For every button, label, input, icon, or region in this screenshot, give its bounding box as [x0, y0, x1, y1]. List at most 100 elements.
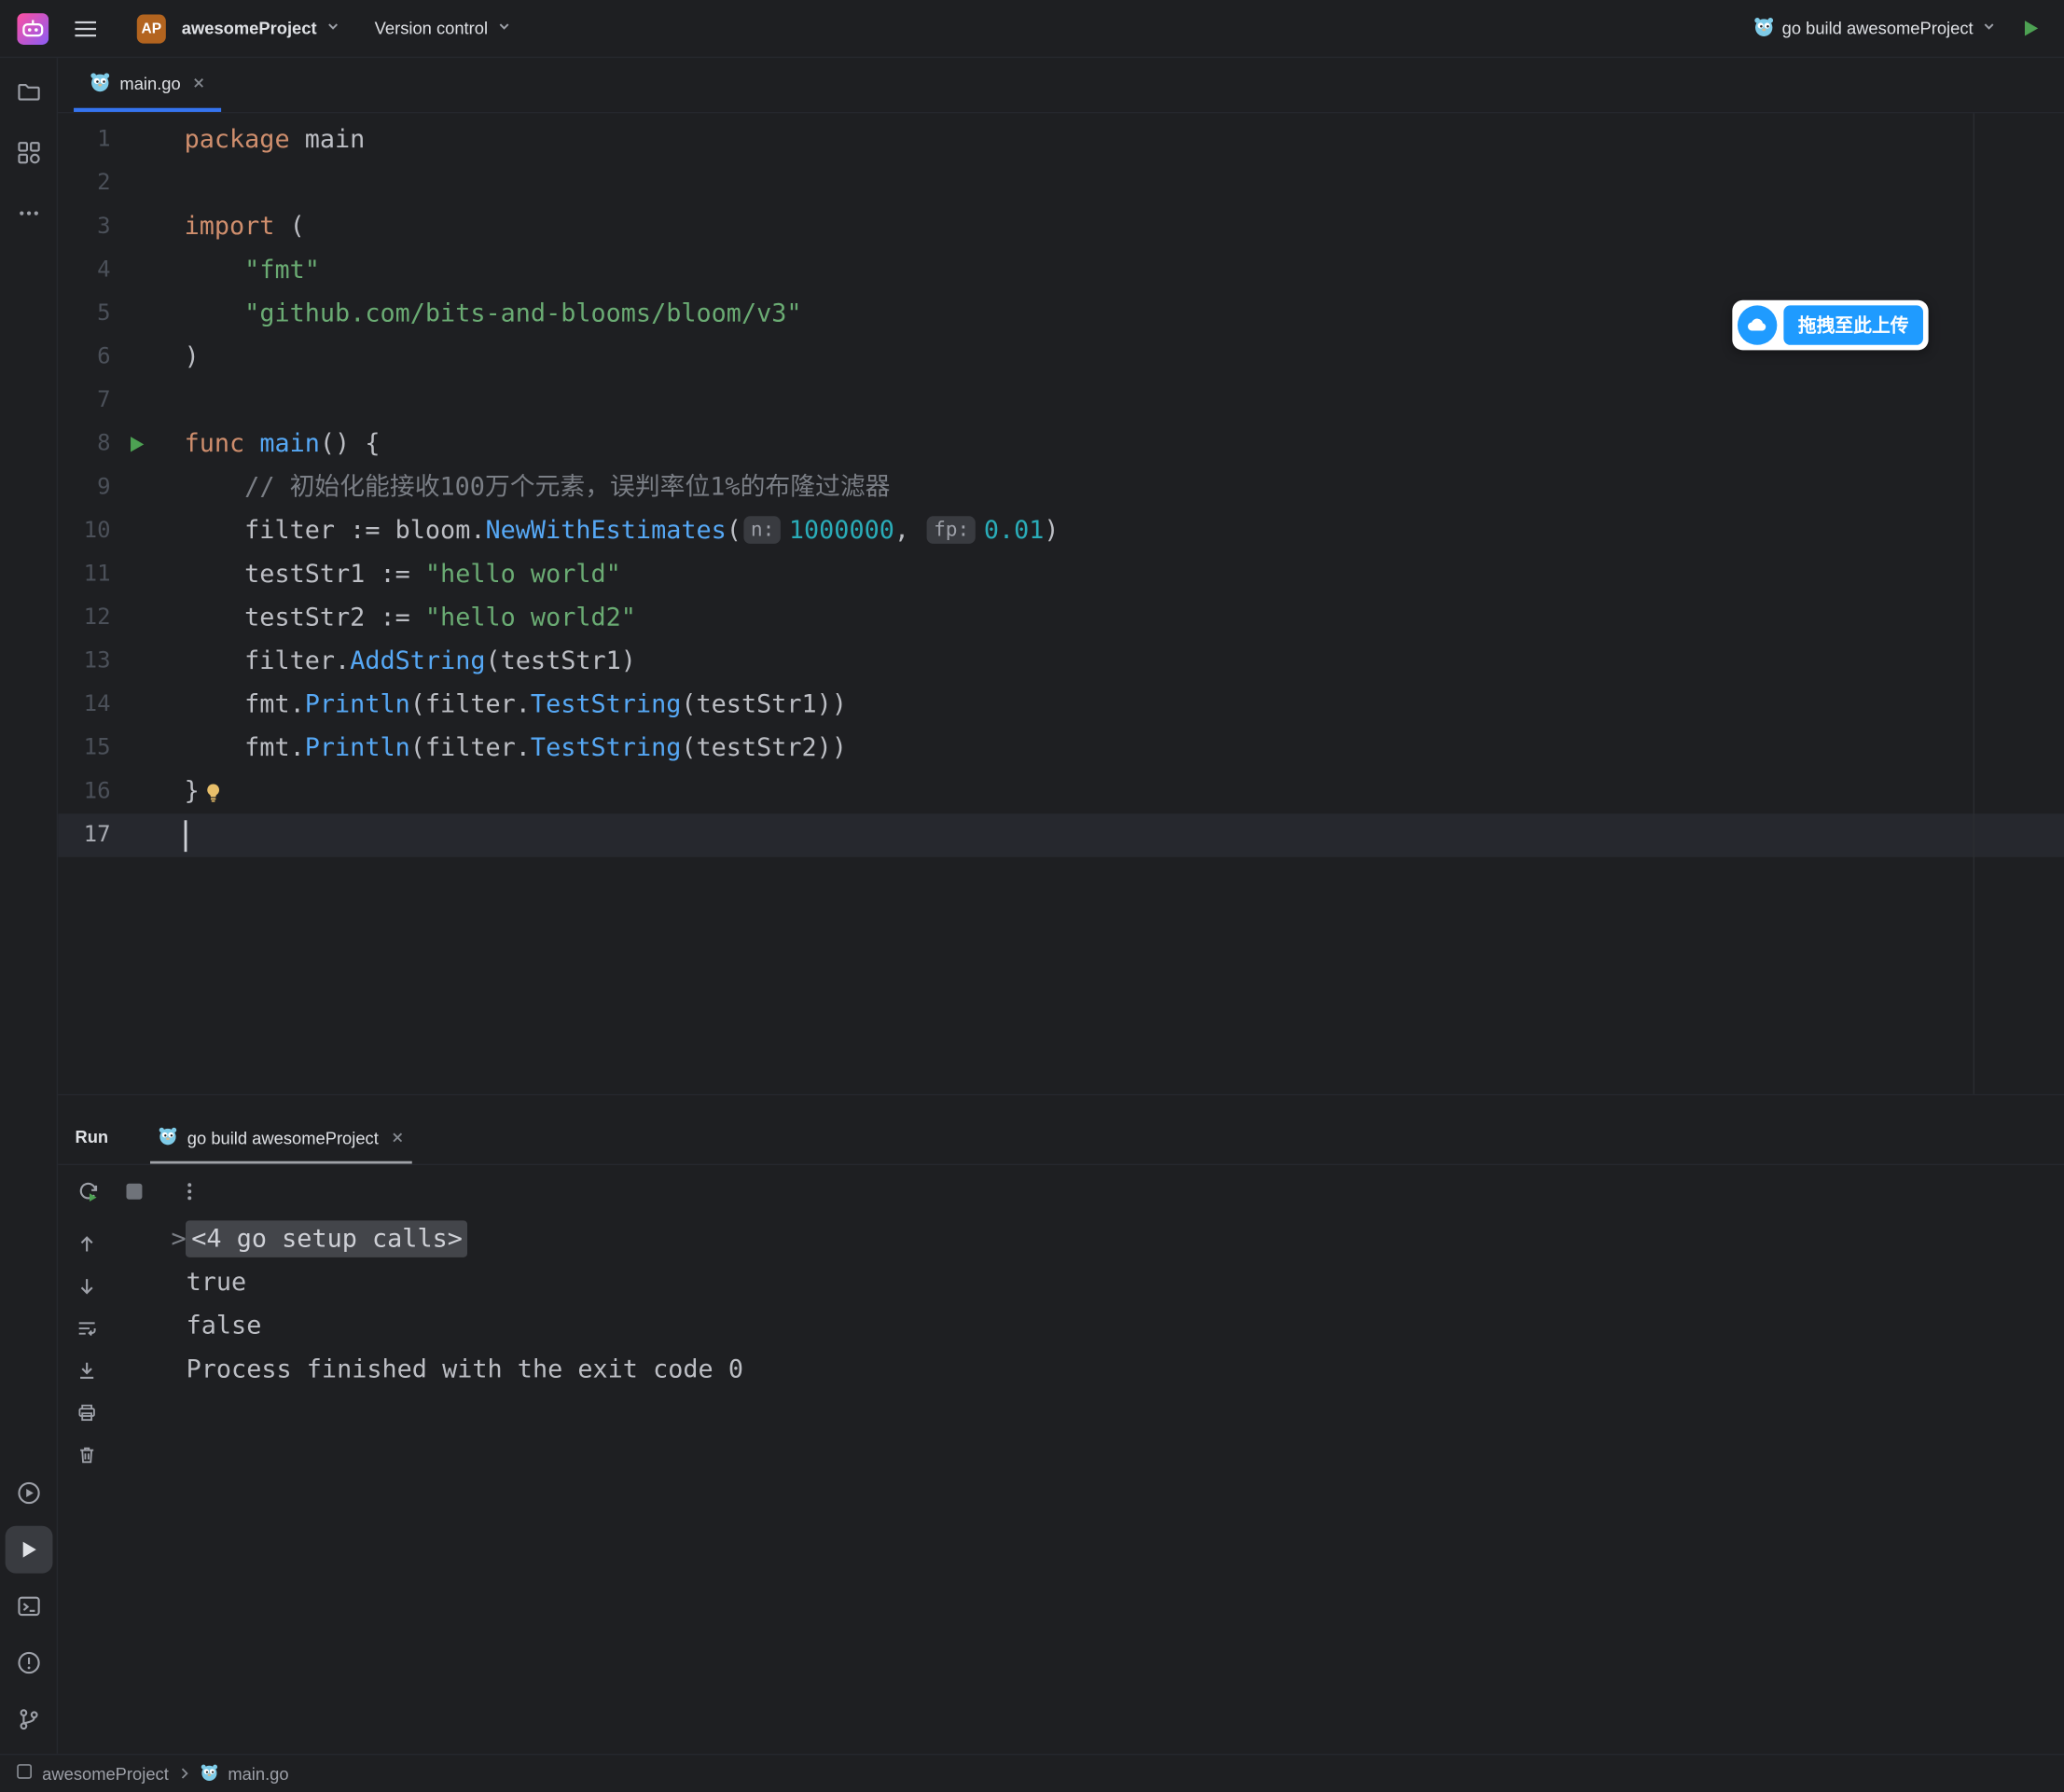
- sidebar-project-icon[interactable]: [5, 68, 52, 116]
- scroll-to-end-icon[interactable]: [74, 1357, 100, 1383]
- project-name-label: awesomeProject: [182, 19, 317, 38]
- code-line[interactable]: 8 func main() {: [58, 423, 2064, 466]
- version-control-label: Version control: [375, 19, 488, 38]
- code-text: }: [185, 771, 225, 814]
- code-token: <4 go setup calls>: [187, 1220, 468, 1257]
- line-number: 3: [58, 205, 110, 249]
- code-token: import: [185, 212, 275, 241]
- code-token: "github.com/bits-and-blooms/bloom/v3": [244, 299, 801, 327]
- chevron-down-icon: [325, 19, 340, 38]
- sidebar-terminal-icon[interactable]: [5, 1582, 52, 1630]
- rerun-icon[interactable]: [74, 1177, 103, 1206]
- line-number: 10: [58, 509, 110, 553]
- code-line[interactable]: 4 "fmt": [58, 249, 2064, 293]
- console-line: true: [171, 1261, 2064, 1305]
- code-line[interactable]: 9 // 初始化能接收100万个元素，误判率位1%的布隆过滤器: [58, 466, 2064, 510]
- line-number: 2: [58, 162, 110, 206]
- line-number: 13: [58, 640, 110, 684]
- code-line[interactable]: 1package main: [58, 118, 2064, 162]
- code-text: testStr1 := "hello world": [185, 553, 621, 597]
- code-token: n:: [744, 516, 782, 544]
- text-caret: [185, 820, 187, 852]
- line-number: 11: [58, 553, 110, 597]
- code-token: true: [171, 1268, 246, 1297]
- code-line[interactable]: 15 fmt.Println(filter.TestString(testStr…: [58, 727, 2064, 771]
- breadcrumb-file[interactable]: main.go: [228, 1764, 288, 1784]
- clear-all-icon[interactable]: [74, 1441, 100, 1467]
- code-line[interactable]: 14 fmt.Println(filter.TestString(testStr…: [58, 683, 2064, 727]
- project-badge: AP: [137, 14, 166, 43]
- up-arrow-icon[interactable]: [74, 1231, 100, 1257]
- app-logo-icon[interactable]: [13, 8, 52, 48]
- down-arrow-icon[interactable]: [74, 1273, 100, 1299]
- code-token: fmt.: [185, 733, 305, 762]
- soft-wrap-icon[interactable]: [74, 1315, 100, 1341]
- code-token: ): [185, 342, 200, 371]
- line-number: 6: [58, 336, 110, 380]
- code-token: filter.: [185, 646, 351, 675]
- stop-icon[interactable]: [122, 1180, 145, 1203]
- code-line[interactable]: 16}: [58, 771, 2064, 814]
- sidebar-structure-icon[interactable]: [5, 129, 52, 176]
- hamburger-menu-icon[interactable]: [66, 8, 105, 48]
- run-configuration-selector[interactable]: go build awesomeProject: [1742, 7, 2007, 49]
- code-token: main: [259, 429, 320, 458]
- code-line[interactable]: 10 filter := bloom.NewWithEstimates(n:10…: [58, 509, 2064, 553]
- kebab-menu-icon[interactable]: [176, 1178, 202, 1204]
- line-number: 7: [58, 379, 110, 423]
- code-token: (testStr1): [486, 646, 636, 675]
- chevron-right-icon: [178, 1764, 191, 1784]
- line-number: 12: [58, 596, 110, 640]
- code-lines: 1package main23import (4 "fmt"5 "github.…: [58, 118, 2064, 857]
- code-line[interactable]: 11 testStr1 := "hello world": [58, 553, 2064, 597]
- breadcrumb-project[interactable]: awesomeProject: [42, 1764, 169, 1784]
- run-gutter-icon[interactable]: [126, 435, 145, 454]
- sidebar-run-icon[interactable]: [5, 1526, 52, 1574]
- code-token: TestString: [531, 733, 681, 762]
- sidebar-more-tools-icon[interactable]: [5, 189, 52, 237]
- upload-here-button[interactable]: 拖拽至此上传: [1783, 305, 1923, 344]
- code-editor[interactable]: 1package main23import (4 "fmt"5 "github.…: [58, 113, 2064, 1093]
- code-token: 1000000: [789, 516, 894, 545]
- code-token: (testStr2)): [681, 733, 847, 762]
- sidebar-services-icon[interactable]: [5, 1469, 52, 1517]
- run-console: ><4 go setup calls> true false Process f…: [58, 1217, 2064, 1753]
- gutter[interactable]: [111, 435, 185, 454]
- line-number: 9: [58, 466, 110, 510]
- run-button[interactable]: [2013, 10, 2048, 46]
- code-token: }: [185, 777, 200, 806]
- print-icon[interactable]: [74, 1399, 100, 1425]
- code-token: Process finished with the exit code 0: [171, 1354, 742, 1383]
- console-line: false: [171, 1305, 2064, 1349]
- intention-bulb-icon[interactable]: [203, 782, 225, 803]
- go-gopher-icon: [1753, 16, 1775, 41]
- code-token: "fmt": [244, 256, 320, 285]
- code-line[interactable]: 17: [58, 813, 2064, 857]
- go-gopher-icon: [90, 71, 111, 96]
- code-line[interactable]: 2: [58, 162, 2064, 206]
- close-icon[interactable]: [391, 1131, 404, 1144]
- main-toolbar: AP awesomeProject Version control go bui…: [0, 0, 2064, 58]
- go-gopher-icon: [159, 1126, 178, 1149]
- sidebar-problems-icon[interactable]: [5, 1639, 52, 1687]
- code-text: func main() {: [185, 423, 381, 466]
- version-control-menu[interactable]: Version control: [364, 10, 521, 46]
- code-line[interactable]: 3import (: [58, 205, 2064, 249]
- close-icon[interactable]: [192, 76, 205, 90]
- code-token: fmt.: [185, 690, 305, 719]
- code-line[interactable]: 7: [58, 379, 2064, 423]
- line-number: 8: [58, 423, 110, 466]
- code-token: Println: [305, 733, 410, 762]
- run-tab[interactable]: go build awesomeProject: [150, 1111, 411, 1163]
- code-token: testStr1 :=: [185, 560, 425, 589]
- ide-window: AP awesomeProject Version control go bui…: [0, 0, 2064, 1792]
- upload-overlay[interactable]: 拖拽至此上传: [1732, 300, 1928, 351]
- code-line[interactable]: 12 testStr2 := "hello world2": [58, 596, 2064, 640]
- console-line: ><4 go setup calls>: [171, 1217, 2064, 1261]
- code-token: TestString: [531, 690, 681, 719]
- code-line[interactable]: 13 filter.AddString(testStr1): [58, 640, 2064, 684]
- sidebar-version-control-icon[interactable]: [5, 1696, 52, 1743]
- tab-main-go[interactable]: main.go: [74, 58, 221, 112]
- project-selector[interactable]: awesomeProject: [171, 10, 351, 46]
- status-bar: awesomeProject main.go: [0, 1754, 2064, 1792]
